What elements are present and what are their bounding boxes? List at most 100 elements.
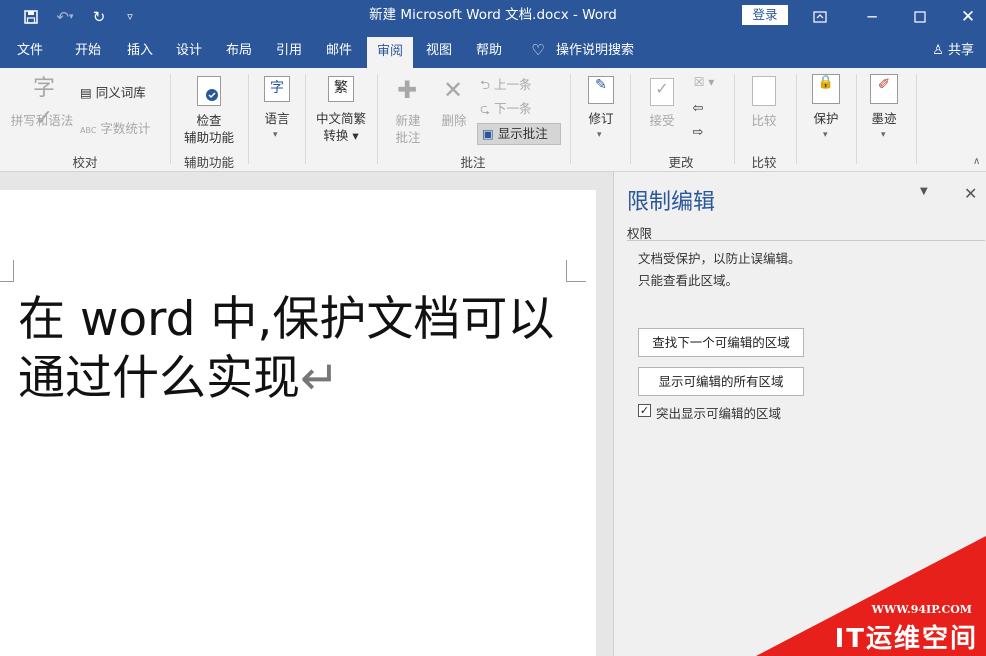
tab-references[interactable]: 引用 bbox=[267, 33, 311, 68]
new-comment-button[interactable]: 新建 批注 bbox=[388, 112, 428, 146]
protect-button[interactable]: 保护 bbox=[804, 110, 848, 127]
margin-corner bbox=[566, 260, 586, 282]
ribbon-display-icon[interactable] bbox=[798, 0, 842, 33]
group-compare-label: 比较 bbox=[751, 155, 777, 170]
close-pane-icon[interactable]: ✕ bbox=[964, 184, 977, 203]
next-comment-button[interactable]: ⮎ 下一条 bbox=[480, 100, 550, 117]
tab-view[interactable]: 视图 bbox=[417, 33, 461, 68]
new-comment-line2: 批注 bbox=[395, 130, 421, 145]
spelling-icon: 字✓ bbox=[32, 76, 55, 131]
collapse-ribbon-icon[interactable]: ∧ bbox=[973, 156, 980, 167]
chinese-conversion-icon: 繁 bbox=[328, 76, 354, 102]
next-comment-label: 下一条 bbox=[494, 101, 532, 116]
document-area: 在 word 中,保护文档可以通过什么实现↵ bbox=[0, 172, 613, 656]
thesaurus-icon: ▤ bbox=[80, 85, 92, 100]
section-divider bbox=[627, 240, 985, 241]
compare-button[interactable]: 比较 bbox=[742, 112, 786, 129]
reject-icon[interactable]: ☒ ▾ bbox=[688, 74, 720, 91]
tab-insert[interactable]: 插入 bbox=[118, 33, 162, 68]
separator bbox=[796, 74, 797, 164]
next-change-icon[interactable]: ⇨ bbox=[688, 124, 708, 141]
chinese-conv-line1: 中文简繁 bbox=[315, 111, 366, 126]
separator bbox=[170, 74, 171, 164]
wordcount-label: 字数统计 bbox=[100, 121, 151, 136]
group-comments-label: 批注 bbox=[460, 155, 486, 170]
prev-comment-icon: ⮌ bbox=[480, 77, 491, 92]
chevron-down-icon: ▾ bbox=[597, 130, 602, 140]
person-icon: ♙ bbox=[932, 43, 944, 58]
wordcount-button[interactable]: ABC 字数统计 bbox=[80, 120, 160, 139]
check-a11y-line2: 辅助功能 bbox=[183, 130, 234, 145]
wordcount-icon: ABC bbox=[80, 126, 97, 135]
view-only-message: 只能查看此区域。 bbox=[638, 273, 739, 288]
ribbon-tabs: 文件 开始 插入 设计 布局 引用 邮件 审阅 视图 帮助 ♡ 操作说明搜索 ♙… bbox=[0, 33, 986, 68]
watermark-name: IT运维空间 bbox=[834, 624, 978, 654]
tab-review[interactable]: 审阅 bbox=[367, 37, 413, 68]
chevron-down-icon: ▾ bbox=[273, 130, 278, 140]
check-accessibility-button[interactable]: 检查 辅助功能 bbox=[176, 112, 242, 146]
separator bbox=[377, 74, 378, 164]
next-comment-icon: ⮎ bbox=[480, 101, 491, 116]
accept-icon: ✓ bbox=[650, 78, 674, 106]
chinese-conversion-button[interactable]: 中文简繁 转换 ▾ bbox=[310, 110, 372, 144]
delete-comment-button[interactable]: 删除 bbox=[434, 112, 474, 129]
document-text[interactable]: 在 word 中,保护文档可以通过什么实现↵ bbox=[18, 290, 588, 408]
tab-file[interactable]: 文件 bbox=[8, 33, 52, 68]
show-comments-icon: ▣ bbox=[482, 126, 494, 141]
pane-options-icon[interactable]: ▼ bbox=[920, 186, 928, 197]
minimize-icon[interactable]: ─ bbox=[850, 0, 894, 33]
language-icon: 字 bbox=[264, 76, 290, 102]
show-comments-label: 显示批注 bbox=[497, 126, 548, 141]
new-comment-icon: ✚ bbox=[396, 76, 418, 104]
check-accessibility-icon bbox=[197, 76, 221, 106]
highlight-checkbox[interactable]: ✓ bbox=[638, 404, 651, 417]
tab-mailings[interactable]: 邮件 bbox=[317, 33, 361, 68]
prev-comment-button[interactable]: ⮌ 上一条 bbox=[480, 76, 550, 93]
ink-button[interactable]: 墨迹 bbox=[862, 110, 906, 127]
group-a11y-label: 辅助功能 bbox=[183, 155, 234, 170]
show-comments-button[interactable]: ▣ 显示批注 bbox=[477, 123, 561, 145]
thesaurus-button[interactable]: ▤ 同义词库 bbox=[80, 84, 160, 101]
separator bbox=[570, 74, 571, 164]
tell-me-search[interactable]: 操作说明搜索 bbox=[556, 33, 646, 68]
protect-icon: 🔒 bbox=[812, 74, 840, 104]
tab-layout[interactable]: 布局 bbox=[217, 33, 261, 68]
prev-comment-label: 上一条 bbox=[494, 77, 532, 92]
tab-home[interactable]: 开始 bbox=[66, 33, 110, 68]
separator bbox=[916, 74, 917, 164]
compare-icon bbox=[752, 76, 776, 106]
group-changes-label: 更改 bbox=[668, 155, 694, 170]
chevron-down-icon: ▾ bbox=[823, 130, 828, 140]
tab-design[interactable]: 设计 bbox=[167, 33, 211, 68]
chinese-conv-line2: 转换 bbox=[323, 128, 349, 143]
share-label: 共享 bbox=[947, 43, 974, 58]
accept-button[interactable]: 接受 bbox=[640, 112, 684, 129]
title-bar: ↶ ▾ ↻ ▿ 新建 Microsoft Word 文档.docx - Word … bbox=[0, 0, 986, 33]
thesaurus-label: 同义词库 bbox=[95, 85, 146, 100]
language-button[interactable]: 语言 bbox=[256, 110, 298, 127]
separator bbox=[305, 74, 306, 164]
spelling-button[interactable]: 拼写和语法 bbox=[6, 112, 78, 129]
close-icon[interactable]: ✕ bbox=[946, 0, 986, 33]
track-changes-button[interactable]: 修订 bbox=[580, 110, 622, 127]
track-changes-icon: ✎ bbox=[588, 76, 614, 104]
protection-message: 文档受保护，以防止误编辑。 bbox=[638, 251, 801, 266]
document-page[interactable]: 在 word 中,保护文档可以通过什么实现↵ bbox=[0, 190, 596, 656]
document-paragraph: 在 word 中,保护文档可以通过什么实现 bbox=[18, 292, 555, 406]
watermark-url: WWW.94IP.COM bbox=[871, 603, 972, 616]
share-button[interactable]: ♙ 共享 bbox=[932, 33, 974, 68]
separator bbox=[630, 74, 631, 164]
previous-change-icon[interactable]: ⇦ bbox=[688, 100, 708, 117]
separator bbox=[734, 74, 735, 164]
pane-title: 限制编辑 bbox=[627, 190, 716, 215]
ribbon: 字✓ 拼写和语法 ▤ 同义词库 ABC 字数统计 校对 检查 辅助功能 辅助功能 … bbox=[0, 68, 986, 172]
find-next-region-button[interactable]: 查找下一个可编辑的区域 bbox=[638, 328, 804, 357]
maximize-icon[interactable] bbox=[898, 0, 942, 33]
tab-help[interactable]: 帮助 bbox=[467, 33, 511, 68]
ink-icon: ✐ bbox=[870, 74, 898, 104]
margin-corner bbox=[0, 260, 14, 282]
login-button[interactable]: 登录 bbox=[742, 5, 788, 25]
check-a11y-line1: 检查 bbox=[196, 113, 222, 128]
delete-comment-icon: ✕ bbox=[442, 76, 464, 104]
show-all-regions-button[interactable]: 显示可编辑的所有区域 bbox=[638, 367, 804, 396]
